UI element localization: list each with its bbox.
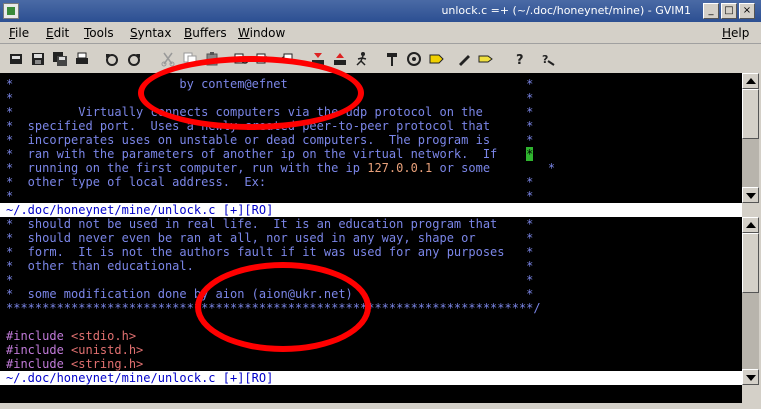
status-line-top: ~/.doc/honeynet/mine/unlock.c [+][RO]	[0, 203, 742, 217]
jump-tag-icon[interactable]	[428, 51, 444, 67]
save-icon[interactable]	[30, 51, 46, 67]
code-line: * incorperates uses on unstable or dead …	[6, 133, 534, 147]
build-tags-icon[interactable]	[406, 51, 422, 67]
preproc-keyword: #include	[6, 343, 64, 357]
header-name: <stdio.h>	[71, 329, 137, 343]
menu-edit[interactable]: Edit	[46, 26, 69, 40]
code-text: * ran with the parameters of another ip …	[6, 147, 527, 161]
scroll-thumb[interactable]	[742, 89, 759, 139]
menu-buffers[interactable]: Buffers	[184, 26, 227, 40]
menu-tools[interactable]: Tools	[84, 26, 114, 40]
code-line: * should never even be ran at all, nor u…	[6, 231, 534, 245]
text-cursor: *	[526, 147, 534, 161]
code-text: or some *	[432, 161, 556, 175]
bottom-pane-scrollbar[interactable]	[742, 217, 759, 385]
header-name: <unistd.h>	[71, 343, 144, 357]
header-name: <string.h>	[71, 357, 144, 371]
scroll-up-arrow[interactable]	[742, 73, 759, 89]
code-line: #include <stdio.h>	[6, 329, 136, 343]
code-line: * form. It is not the authors fault if i…	[6, 245, 534, 259]
menu-bar: File Edit Tools Syntax Buffers Window He…	[0, 22, 761, 44]
code-line: * other type of local address. Ex: *	[6, 175, 534, 189]
scroll-down-arrow[interactable]	[742, 187, 759, 203]
menu-help[interactable]: Help	[722, 26, 749, 40]
save-session-icon[interactable]	[332, 51, 348, 67]
minimize-button[interactable]: _	[703, 3, 719, 19]
close-button[interactable]: ×	[739, 3, 755, 19]
open-icon[interactable]	[8, 51, 24, 67]
find-help-icon[interactable]: ?	[540, 51, 556, 67]
menu-window[interactable]: Window	[238, 26, 285, 40]
redo-icon[interactable]	[126, 51, 142, 67]
cut-icon[interactable]	[160, 51, 176, 67]
code-line: * running on the first computer, run wit…	[6, 161, 555, 175]
make-icon[interactable]	[384, 51, 400, 67]
vim-app-icon[interactable]	[3, 3, 19, 19]
code-line: * should not be used in real life. It is…	[6, 217, 534, 231]
svg-text:?: ?	[542, 53, 548, 66]
code-line: * ran with the parameters of another ip …	[6, 147, 534, 161]
code-text: * running on the first computer, run wit…	[6, 161, 368, 175]
help-icon[interactable]: ?	[512, 51, 528, 67]
window-title: unlock.c =+ (~/.doc/honeynet/mine) - GVI…	[441, 4, 691, 17]
code-line: #include <string.h>	[6, 357, 143, 371]
code-line: * *	[6, 189, 534, 203]
red-circle-annotation	[195, 262, 371, 352]
scroll-thumb[interactable]	[742, 233, 759, 293]
maximize-button[interactable]: □	[721, 3, 737, 19]
preproc-keyword: #include	[6, 329, 64, 343]
menu-file[interactable]: File	[9, 26, 29, 40]
red-circle-annotation	[138, 56, 364, 130]
scroll-down-arrow[interactable]	[742, 369, 759, 385]
editor-area[interactable]: * by contem@efnet * * * * Virtually conn…	[0, 73, 742, 403]
print-icon[interactable]	[74, 51, 90, 67]
save-all-icon[interactable]	[52, 51, 68, 67]
tag-icon[interactable]	[478, 51, 494, 67]
ip-literal: 127.0.0.1	[367, 161, 433, 175]
title-bar: unlock.c =+ (~/.doc/honeynet/mine) - GVI…	[0, 0, 761, 22]
svg-text:?: ?	[516, 53, 524, 67]
pen-icon[interactable]	[456, 51, 472, 67]
toolbar: ? ?	[0, 45, 761, 73]
preproc-keyword: #include	[6, 357, 64, 371]
undo-icon[interactable]	[104, 51, 120, 67]
status-line-bottom: ~/.doc/honeynet/mine/unlock.c [+][RO]	[0, 371, 742, 385]
menu-syntax[interactable]: Syntax	[130, 26, 172, 40]
code-line: #include <unistd.h>	[6, 343, 143, 357]
top-pane-scrollbar[interactable]	[742, 73, 759, 203]
scroll-up-arrow[interactable]	[742, 217, 759, 233]
run-script-icon[interactable]	[354, 51, 370, 67]
